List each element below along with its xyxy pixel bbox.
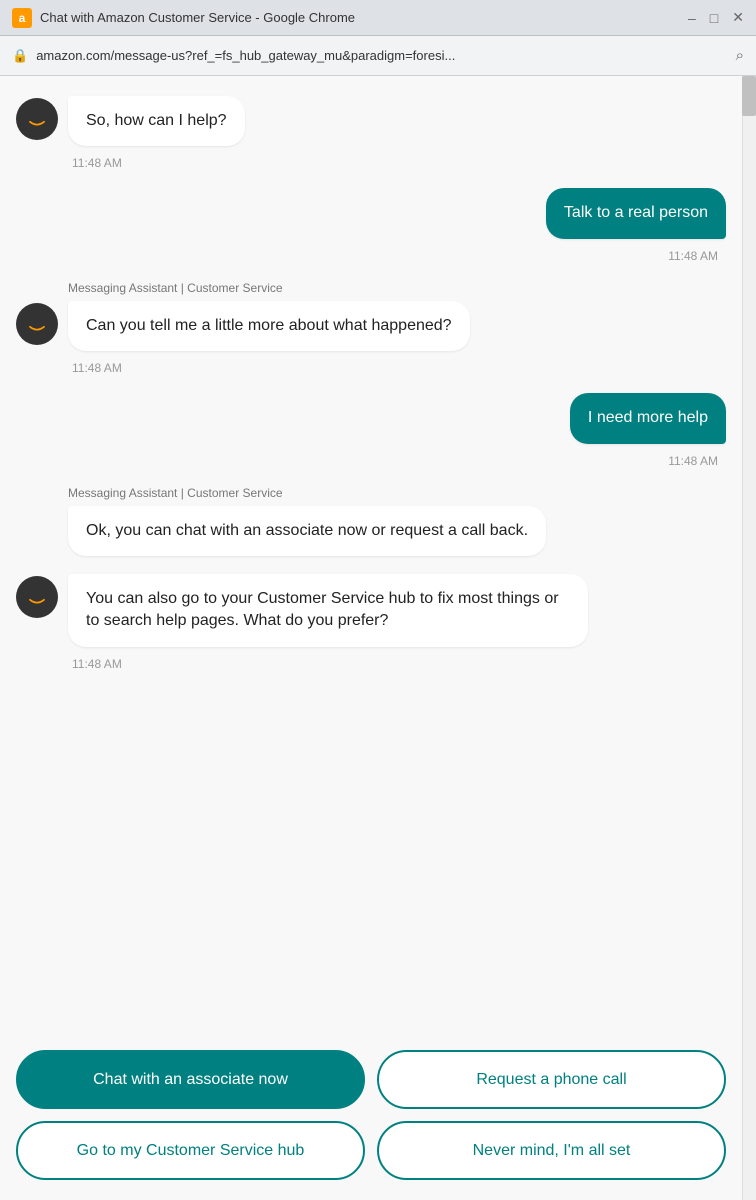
timestamp-row: 11:48 AM (16, 245, 726, 263)
message-text: So, how can I help? (86, 112, 227, 129)
message-group-5: Ok, you can chat with an associate now o… (16, 506, 726, 556)
lock-icon: 🔒 (12, 48, 28, 64)
titlebar: a Chat with Amazon Customer Service - Go… (0, 0, 756, 36)
sender-label: Messaging Assistant | Customer Service (68, 281, 726, 295)
message-text: Talk to a real person (564, 204, 708, 221)
message-group-4: I need more help 11:48 AM (16, 393, 726, 467)
timestamp-row: 11:48 AM (16, 450, 726, 468)
bot-bubble: You can also go to your Customer Service… (68, 574, 588, 647)
window-title: Chat with Amazon Customer Service - Goog… (40, 10, 688, 25)
message-text: Can you tell me a little more about what… (86, 317, 452, 334)
timestamp-row: 11:48 AM (16, 357, 726, 375)
message-text: Ok, you can chat with an associate now o… (86, 522, 528, 539)
scrollbar-track (742, 76, 756, 1200)
bubble-wrap: So, how can I help? (68, 96, 245, 146)
bot-bubble: Ok, you can chat with an associate now o… (68, 506, 546, 556)
minimize-button[interactable]: – (688, 10, 696, 26)
timestamp: 11:48 AM (68, 156, 126, 170)
scrollbar-thumb[interactable] (742, 76, 756, 116)
timestamp: 11:48 AM (664, 249, 722, 263)
message-group-6: You can also go to your Customer Service… (16, 574, 726, 671)
avatar (16, 576, 58, 618)
message-text: I need more help (588, 409, 708, 426)
maximize-button[interactable]: □ (710, 10, 718, 26)
bubble-wrap: You can also go to your Customer Service… (68, 574, 588, 647)
address-bar: 🔒 amazon.com/message-us?ref_=fs_hub_gate… (0, 36, 756, 76)
bubble-wrap: Ok, you can chat with an associate now o… (68, 506, 546, 556)
timestamp: 11:48 AM (664, 454, 722, 468)
sender-label-2: Messaging Assistant | Customer Service (68, 486, 726, 500)
message-row: I need more help (16, 393, 726, 443)
user-bubble: I need more help (570, 393, 726, 443)
bubble-wrap: I need more help (570, 393, 726, 443)
avatar (16, 303, 58, 345)
message-row: Can you tell me a little more about what… (16, 301, 726, 351)
chat-container: So, how can I help? 11:48 AM Talk to a r… (0, 76, 742, 1200)
bubble-wrap: Talk to a real person (546, 188, 726, 238)
app-icon: a (12, 8, 32, 28)
timestamp: 11:48 AM (68, 361, 126, 375)
user-bubble: Talk to a real person (546, 188, 726, 238)
timestamp-row: 11:48 AM (16, 653, 726, 671)
bot-bubble: Can you tell me a little more about what… (68, 301, 470, 351)
timestamp: 11:48 AM (68, 657, 126, 671)
message-row: You can also go to your Customer Service… (16, 574, 726, 647)
chat-with-associate-button[interactable]: Chat with an associate now (16, 1050, 365, 1109)
url-text[interactable]: amazon.com/message-us?ref_=fs_hub_gatewa… (36, 48, 727, 63)
search-icon[interactable]: ⌕ (736, 47, 744, 64)
message-group-3: Can you tell me a little more about what… (16, 301, 726, 375)
timestamp-row: 11:48 AM (16, 152, 726, 170)
window-controls[interactable]: – □ ✕ (688, 9, 744, 26)
messages-area: So, how can I help? 11:48 AM Talk to a r… (0, 76, 742, 1036)
bot-bubble: So, how can I help? (68, 96, 245, 146)
message-text: You can also go to your Customer Service… (86, 590, 559, 629)
message-row: So, how can I help? (16, 96, 726, 146)
bubble-wrap: Can you tell me a little more about what… (68, 301, 470, 351)
request-phone-call-button[interactable]: Request a phone call (377, 1050, 726, 1109)
never-mind-button[interactable]: Never mind, I'm all set (377, 1121, 726, 1180)
message-row: Ok, you can chat with an associate now o… (16, 506, 726, 556)
message-group-1: So, how can I help? 11:48 AM (16, 96, 726, 170)
close-button[interactable]: ✕ (732, 9, 744, 26)
avatar (16, 98, 58, 140)
message-group-2: Talk to a real person 11:48 AM (16, 188, 726, 262)
message-row: Talk to a real person (16, 188, 726, 238)
action-buttons: Chat with an associate now Request a pho… (0, 1036, 742, 1200)
go-to-hub-button[interactable]: Go to my Customer Service hub (16, 1121, 365, 1180)
